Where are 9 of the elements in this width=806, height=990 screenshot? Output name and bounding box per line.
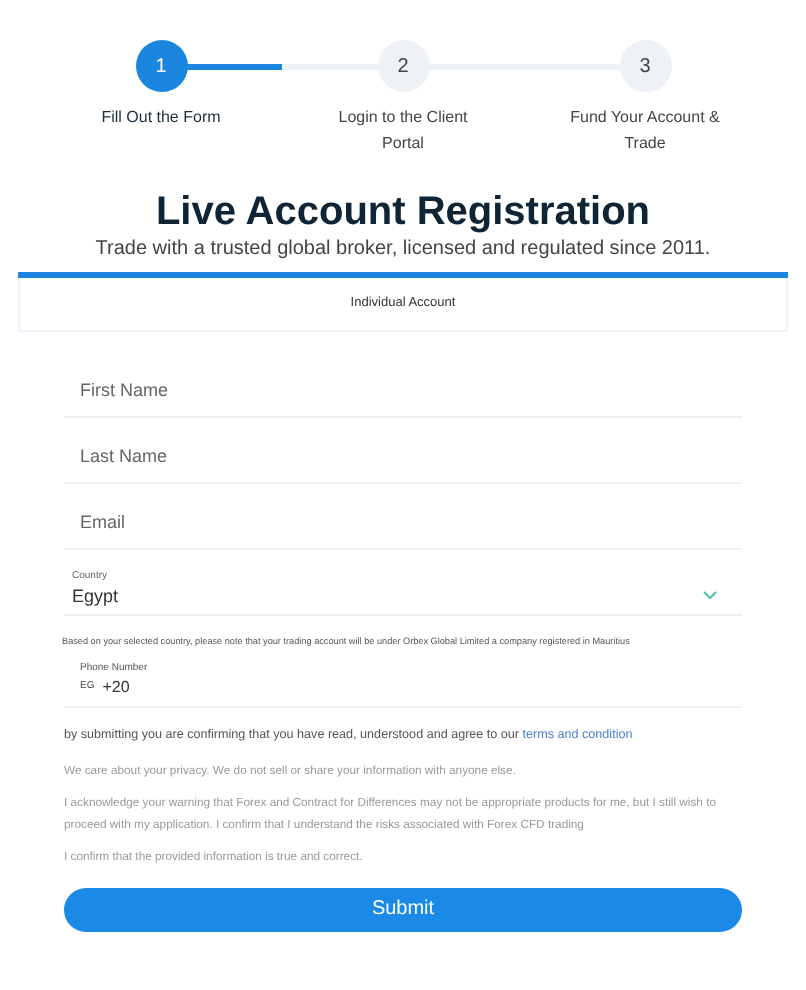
chevron-down-icon [702, 589, 718, 600]
field-value: Egypt [72, 583, 121, 608]
step-label: Fill Out the Form [99, 106, 223, 130]
page-subtitle: Trade with a trusted global broker, licensed and regulated since 2011. [93, 236, 713, 264]
step-label: Fund Your Account & Trade [568, 106, 722, 156]
field-value: +20 [102, 675, 130, 700]
step-label: Login to the Client Portal [336, 106, 470, 156]
page-title: Live Account Registration [153, 188, 653, 236]
submit-button[interactable]: Submit [64, 887, 742, 932]
